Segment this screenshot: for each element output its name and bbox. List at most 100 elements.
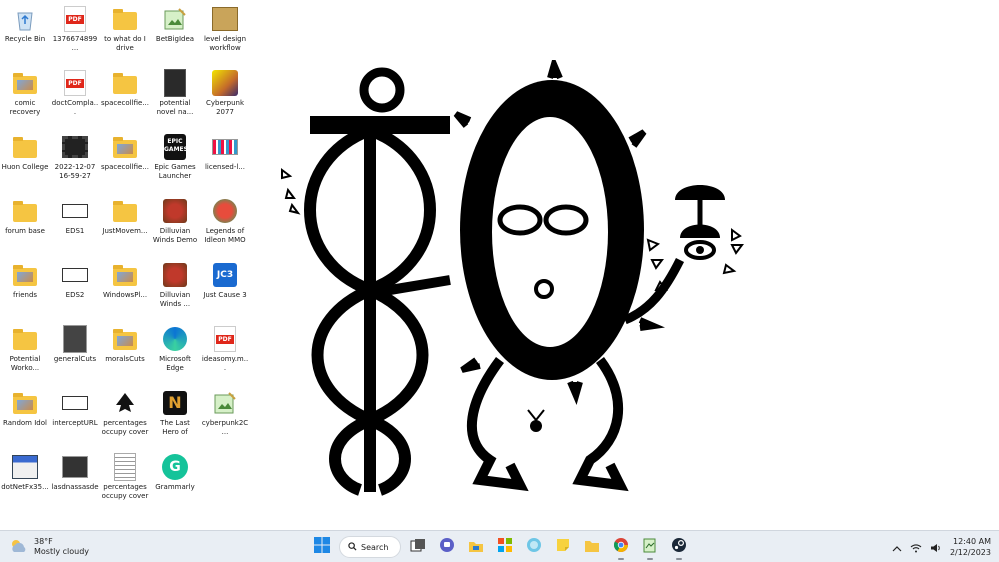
file-explorer-icon [468, 538, 484, 557]
desktop-icon-video[interactable]: 2022-12-07 16-59-27 [50, 130, 100, 192]
desktop-icon-just-cause-3[interactable]: JC3 Just Cause 3 [200, 258, 250, 320]
desktop-icon-eds2[interactable]: EDS2 [50, 258, 100, 320]
desktop-icon-pdf[interactable]: PDF ideasomy.m... [200, 322, 250, 384]
desktop-icon-cyberpunk2c[interactable]: cyberpunk2C... [200, 386, 250, 448]
desktop-icon-edge[interactable]: Microsoft Edge [150, 322, 200, 384]
desktop-icon-pdf[interactable]: PDF doctCompla... [50, 66, 100, 128]
desktop-icon-recycle-bin[interactable]: Recycle Bin [0, 2, 50, 64]
folder-icon [112, 198, 138, 224]
weather-widget[interactable]: 38°F Mostly cloudy [10, 535, 89, 559]
sticky-notes-button[interactable] [551, 535, 575, 559]
video-file-icon [62, 134, 88, 160]
teams-chat-button[interactable] [435, 535, 459, 559]
task-view-button[interactable] [406, 535, 430, 559]
folder-icon [112, 70, 138, 96]
file-explorer-button[interactable] [464, 535, 488, 559]
notepad-button[interactable] [638, 535, 662, 560]
folder-icon [584, 538, 600, 557]
pdf-icon: PDF [62, 6, 88, 32]
clock-time: 12:40 AM [953, 537, 991, 546]
folder-button[interactable] [580, 535, 604, 559]
desktop-icon-grammarly[interactable]: G Grammarly [150, 450, 200, 512]
desktop-icon-pdf[interactable]: PDF 1376674899 ... [50, 2, 100, 64]
store-button[interactable] [493, 535, 517, 559]
folder-icon [12, 70, 38, 96]
desktop-icon-idleon[interactable]: Legends of Idleon MMO [200, 194, 250, 256]
desktop-icon-generalcuts[interactable]: generalCuts [50, 322, 100, 384]
weather-condition: Mostly cloudy [34, 547, 89, 556]
desktop-icon-folder[interactable]: forum base [0, 194, 50, 256]
sticky-notes-icon [555, 537, 571, 557]
desktop-icon-inkscape[interactable]: percentages occupy cover [100, 386, 150, 448]
chrome-icon [613, 537, 629, 557]
desktop-icon-folder[interactable]: moralsCuts [100, 322, 150, 384]
steam-icon [671, 537, 687, 557]
image-file-icon [62, 262, 88, 288]
folder-icon [12, 326, 38, 352]
notepad-icon [642, 537, 658, 557]
desktop-icon-folder[interactable]: comic recovery [0, 66, 50, 128]
desktop-icon-intercepturl[interactable]: interceptURL [50, 386, 100, 448]
wifi-icon[interactable] [910, 538, 922, 557]
folder-icon [12, 198, 38, 224]
taskbar-center: Search [310, 534, 691, 560]
weather-cloud-icon [10, 538, 28, 557]
desktop-icon-level-design[interactable]: level design workflow [200, 2, 250, 64]
desktop-icon-folder[interactable]: WindowsPl... [100, 258, 150, 320]
desktop-icon-folder[interactable]: Potential Worko... [0, 322, 50, 384]
desktop-icon-eds1[interactable]: EDS1 [50, 194, 100, 256]
desktop-icon-novel[interactable]: potential novel na... [150, 66, 200, 128]
taskbar: 38°F Mostly cloudy Search 12:40 AM 2/12/… [0, 530, 999, 562]
image-file-icon [212, 134, 238, 160]
image-file-icon [212, 6, 238, 32]
game-icon [212, 198, 238, 224]
search-label: Search [361, 542, 389, 552]
folder-icon [112, 262, 138, 288]
clock-date: 2/12/2023 [949, 548, 991, 557]
volume-icon[interactable] [930, 538, 942, 557]
steam-button[interactable] [667, 535, 691, 560]
desktop-icon-folder[interactable]: Random Idol [0, 386, 50, 448]
desktop-icon-dotnetfx[interactable]: dotNetFx35... [0, 450, 50, 512]
desktop-icon-lasdnassasde[interactable]: lasdnassasde [50, 450, 100, 512]
desktop: Recycle Bin PDF 1376674899 ... to what d… [0, 0, 999, 530]
desktop-icon-epic-games[interactable]: EPIC GAMES Epic Games Launcher [150, 130, 200, 192]
image-file-icon [62, 325, 88, 353]
folder-icon [112, 6, 138, 32]
mushroom-orb [675, 185, 725, 260]
start-button[interactable] [310, 535, 334, 559]
chevron-up-icon[interactable] [892, 538, 902, 557]
clock[interactable]: 12:40 AM 2/12/2023 [950, 536, 991, 558]
edge-icon [162, 326, 188, 352]
desktop-icon-folder[interactable]: friends [0, 258, 50, 320]
windows-logo-icon [314, 537, 330, 557]
desktop-icon-grid: Recycle Bin PDF 1376674899 ... to what d… [0, 0, 252, 532]
desktop-icon-folder[interactable]: spacecollfie... [100, 66, 150, 128]
image-file-icon [62, 198, 88, 224]
folder-icon [12, 390, 38, 416]
task-view-icon [410, 538, 426, 557]
desktop-icon-folder[interactable]: to what do I drive [100, 2, 150, 64]
taskbar-search[interactable]: Search [339, 536, 401, 558]
installer-icon [12, 454, 38, 480]
weather-temp: 38°F [34, 537, 53, 546]
search-icon [348, 541, 357, 553]
desktop-icon-last-hero[interactable]: N The Last Hero of Nostalgai... [150, 386, 200, 448]
pdf-icon: PDF [62, 70, 88, 96]
desktop-icon-percentages-doc[interactable]: percentages occupy cover [100, 450, 150, 512]
desktop-icon-cyberpunk[interactable]: Cyberpunk 2077 [200, 66, 250, 128]
desktop-icon-licensed[interactable]: licensed-l... [200, 130, 250, 192]
app-button[interactable] [522, 535, 546, 559]
folder-icon [12, 262, 38, 288]
desktop-icon-folder[interactable]: spacecollfie... [100, 130, 150, 192]
wallpaper-artwork [281, 60, 744, 496]
desktop-icon-dilluvian[interactable]: Dilluvian Winds ... [150, 258, 200, 320]
document-icon [112, 453, 138, 481]
desktop-icon-folder[interactable]: Huon College [0, 130, 50, 192]
folder-icon [112, 326, 138, 352]
image-file-icon [162, 69, 188, 97]
desktop-icon-dilluvian-demo[interactable]: Dilluvian Winds Demo [150, 194, 200, 256]
chrome-button[interactable] [609, 535, 633, 560]
desktop-icon-folder[interactable]: JustMovem... [100, 194, 150, 256]
desktop-icon-betbigidea[interactable]: BetBigIdea [150, 2, 200, 64]
